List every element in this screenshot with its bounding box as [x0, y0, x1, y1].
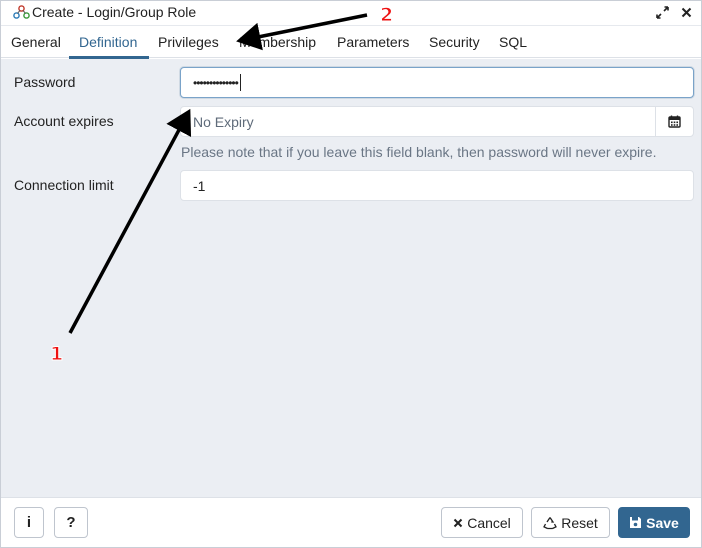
help-icon: ?: [66, 514, 76, 531]
recycle-icon: [543, 516, 558, 529]
save-label: Save: [646, 514, 679, 531]
info-icon: i: [26, 514, 32, 531]
connection-limit-label: Connection limit: [14, 177, 114, 193]
tab-security[interactable]: Security: [429, 34, 480, 50]
dialog-title: Create - Login/Group Role: [32, 4, 197, 20]
reset-button[interactable]: Reset: [531, 507, 610, 538]
title-bar: Create - Login/Group Role: [1, 1, 701, 25]
close-icon: [453, 518, 463, 527]
text-caret: [239, 74, 241, 91]
annotation-marker-2: 2: [379, 4, 394, 27]
connection-limit-value: -1: [193, 177, 206, 194]
account-expires-placeholder: No Expiry: [193, 113, 254, 130]
calendar-icon[interactable]: [655, 107, 693, 136]
tab-definition[interactable]: Definition: [79, 34, 137, 50]
tab-privileges[interactable]: Privileges: [158, 34, 219, 50]
reset-label: Reset: [561, 514, 598, 531]
create-login-group-role-dialog: Create - Login/Group Role General Defini…: [0, 0, 702, 548]
tab-bar: General Definition Privileges Membership…: [1, 25, 701, 59]
account-expires-help-text: Please note that if you leave this field…: [181, 144, 657, 160]
info-button[interactable]: i: [14, 507, 44, 538]
login-group-role-icon: [13, 5, 30, 19]
tab-membership[interactable]: Membership: [239, 34, 316, 50]
dialog-footer: i ? Cancel Reset Save: [1, 497, 701, 547]
password-value: ••••••••••••••: [193, 75, 239, 90]
account-expires-field[interactable]: No Expiry: [180, 106, 694, 137]
annotation-marker-1: 1: [49, 343, 64, 366]
account-expires-label: Account expires: [14, 113, 114, 129]
expand-icon[interactable]: [652, 2, 672, 22]
tab-parameters[interactable]: Parameters: [337, 34, 409, 50]
password-label: Password: [14, 74, 76, 90]
cancel-button[interactable]: Cancel: [441, 507, 523, 538]
password-field[interactable]: ••••••••••••••: [180, 67, 694, 98]
connection-limit-field[interactable]: -1: [180, 170, 694, 201]
cancel-label: Cancel: [467, 514, 511, 531]
help-button[interactable]: ?: [54, 507, 88, 538]
close-icon[interactable]: [676, 2, 696, 22]
save-button[interactable]: Save: [618, 507, 690, 538]
save-icon: [630, 517, 642, 528]
form-body: Password •••••••••••••• Account expires …: [1, 59, 701, 497]
tab-general[interactable]: General: [11, 34, 61, 50]
tab-sql[interactable]: SQL: [499, 34, 527, 50]
